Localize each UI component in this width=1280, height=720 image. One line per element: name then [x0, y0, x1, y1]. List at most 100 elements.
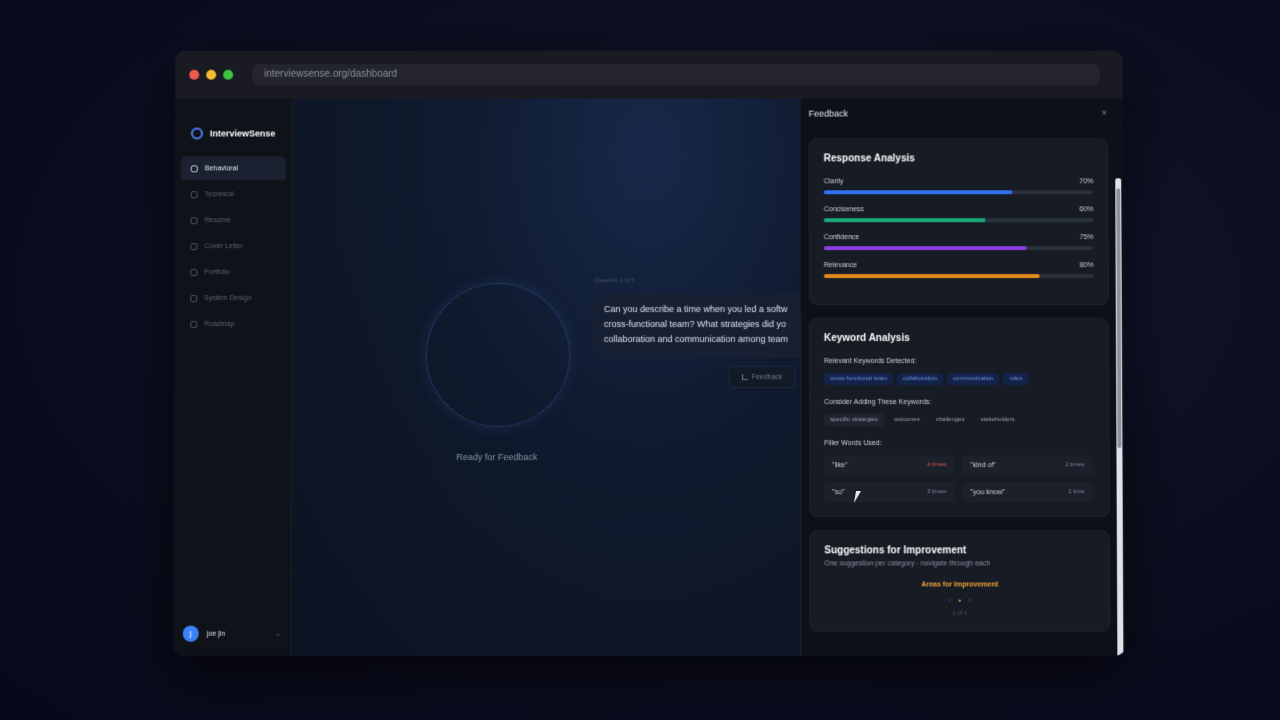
sidebar-item-cover-letter[interactable]: Cover Letter: [180, 234, 285, 258]
minimize-window-button[interactable]: [206, 69, 217, 80]
card-title: Keyword Analysis: [823, 333, 910, 345]
keyword-chip: stakeholders: [980, 417, 1015, 424]
progress-track: [823, 190, 1094, 195]
filler-count: 4 times: [926, 462, 947, 469]
user-menu[interactable]: j joe jin ⌄: [182, 625, 281, 642]
suggested-keywords: specific strategies outcomes challenges sta…: [824, 414, 1094, 427]
person-icon: [190, 164, 198, 172]
feedback-button[interactable]: Feedback: [729, 365, 796, 389]
browser-window: interviewsense.org/dashboard InterviewSe…: [172, 50, 1126, 656]
sidebar-item-label: Technical: [204, 190, 234, 198]
filler-word-item: "like" 4 times: [824, 455, 955, 476]
suggestion-category: Areas for Improvement: [921, 581, 999, 589]
brand[interactable]: InterviewSense: [175, 99, 292, 149]
filler-word: "so": [832, 488, 845, 496]
filler-word: "kind of": [970, 461, 996, 469]
page-count: 1 of 1: [952, 610, 968, 617]
panel-scrollbar[interactable]: [1115, 178, 1124, 656]
page-dot[interactable]: •: [958, 598, 960, 605]
metrics-list: Clarity 70% Conciseness 60% Confidence 75% Rel…: [823, 178, 1094, 279]
filler-words: "like" 4 times "kind of" 2 times "so" 3 times…: [824, 455, 1094, 503]
close-window-button[interactable]: [189, 69, 200, 80]
sidebar-item-label: Resume: [204, 216, 231, 224]
metric-label: Confidence: [823, 234, 860, 242]
keyword-analysis-card: Keyword Analysis Relevant Keywords Detec…: [808, 318, 1110, 518]
keyword-chip: communication: [947, 373, 1000, 386]
metric-value: 75%: [1079, 234, 1094, 242]
filler-label: Filler Words Used:: [824, 440, 882, 448]
question-line: collaboration and communication among te…: [604, 334, 789, 345]
card-subtitle: One suggestion per category - navigate t…: [824, 560, 991, 568]
sidebar-item-behavioral[interactable]: Behavioral: [180, 156, 286, 181]
detected-keywords: cross-functional team collaboration commun…: [824, 373, 1094, 386]
keyword-chip: specific strategies: [824, 414, 884, 427]
metric-label: Clarity: [823, 178, 844, 186]
document-icon: [190, 216, 198, 224]
filler-word: "like": [832, 461, 848, 469]
sidebar-item-label: System Design: [204, 294, 252, 302]
keyword-chip: cross-functional team: [824, 373, 894, 386]
monitor-icon: [190, 190, 198, 198]
question-card: Can you describe a time when you led a s…: [593, 294, 825, 358]
question-line: Can you describe a time when you led a s…: [604, 304, 788, 315]
sidebar-item-label: Portfolio: [204, 268, 231, 276]
keyword-chip: roles: [1003, 373, 1029, 386]
main-area: Ready for Feedback Question 1 of 5 Can y…: [290, 98, 825, 656]
metric-header: Relevance 80%: [824, 262, 1094, 269]
progress-track: [823, 218, 1094, 223]
filler-count: 2 times: [1065, 462, 1085, 469]
suggestions-card: Suggestions for Improvement One suggesti…: [809, 530, 1111, 632]
progress-track: [823, 246, 1094, 251]
sidebar-item-technical[interactable]: Technical: [181, 182, 286, 206]
card-title: Suggestions for Improvement: [824, 545, 967, 557]
metric-value: 80%: [1079, 262, 1094, 270]
sidebar-item-portfolio[interactable]: Portfolio: [180, 260, 285, 284]
metric-label: Relevance: [823, 262, 857, 270]
card-title: Response Analysis: [823, 153, 915, 165]
metric-value: 60%: [1079, 206, 1094, 214]
metric-value: 70%: [1079, 178, 1094, 186]
keyword-chip: outcomes: [893, 417, 920, 424]
metric-clarity: Clarity 70%: [823, 178, 1094, 195]
chart-icon: [190, 294, 198, 302]
keyword-chip: collaboration: [897, 373, 944, 386]
sidebar-item-label: Cover Letter: [204, 242, 243, 250]
question-line: cross-functional team? What strategies d…: [604, 319, 787, 330]
sidebar-nav: Behavioral Technical Resume Cover Letter Por…: [174, 156, 292, 336]
chevron-right-icon[interactable]: ›: [969, 598, 971, 605]
progress-fill: [823, 190, 1013, 195]
filler-word: "you know": [970, 488, 1006, 496]
metric-label: Conciseness: [823, 206, 864, 214]
sidebar: InterviewSense Behavioral Technical Resume…: [172, 98, 293, 656]
metric-header: Confidence 75%: [824, 234, 1094, 241]
sidebar-item-label: Behavioral: [204, 164, 238, 172]
folder-icon: [190, 268, 198, 276]
metric-header: Conciseness 60%: [824, 206, 1094, 213]
filler-count: 3 times: [927, 489, 947, 496]
close-icon[interactable]: ×: [1102, 108, 1107, 118]
progress-fill: [823, 218, 986, 223]
progress-fill: [823, 274, 1040, 279]
panel-content[interactable]: Response Analysis Clarity 70% Conciseness 6…: [808, 138, 1111, 648]
response-analysis-card: Response Analysis Clarity 70% Conciseness 6…: [808, 138, 1109, 306]
detected-label: Relevant Keywords Detected:: [824, 357, 917, 365]
chevron-down-icon[interactable]: ⌄: [275, 630, 281, 638]
sidebar-item-resume[interactable]: Resume: [181, 208, 286, 232]
address-bar[interactable]: interviewsense.org/dashboard: [252, 63, 1100, 86]
question-counter: Question 1 of 5: [594, 278, 635, 285]
metric-header: Clarity 70%: [824, 178, 1094, 185]
maximize-window-button[interactable]: [223, 69, 234, 80]
voice-visualizer-ring[interactable]: [425, 283, 571, 428]
status-text: Ready for Feedback: [456, 452, 538, 463]
user-name: joe jin: [206, 630, 226, 638]
progress-track: [823, 274, 1094, 279]
bar-chart-icon: [741, 374, 748, 381]
metric-conciseness: Conciseness 60%: [823, 206, 1094, 223]
sidebar-item-roadmap[interactable]: Roadmap: [180, 312, 285, 336]
sidebar-item-system-design[interactable]: System Design: [180, 286, 285, 310]
chevron-left-icon[interactable]: ‹: [948, 598, 950, 605]
browser-titlebar: interviewsense.org/dashboard: [175, 50, 1123, 99]
feedback-panel: Feedback × Response Analysis Clarity 70% C…: [799, 98, 1126, 656]
scrollbar-thumb[interactable]: [1116, 188, 1122, 449]
filler-word-item: "so" 3 times: [824, 482, 955, 503]
